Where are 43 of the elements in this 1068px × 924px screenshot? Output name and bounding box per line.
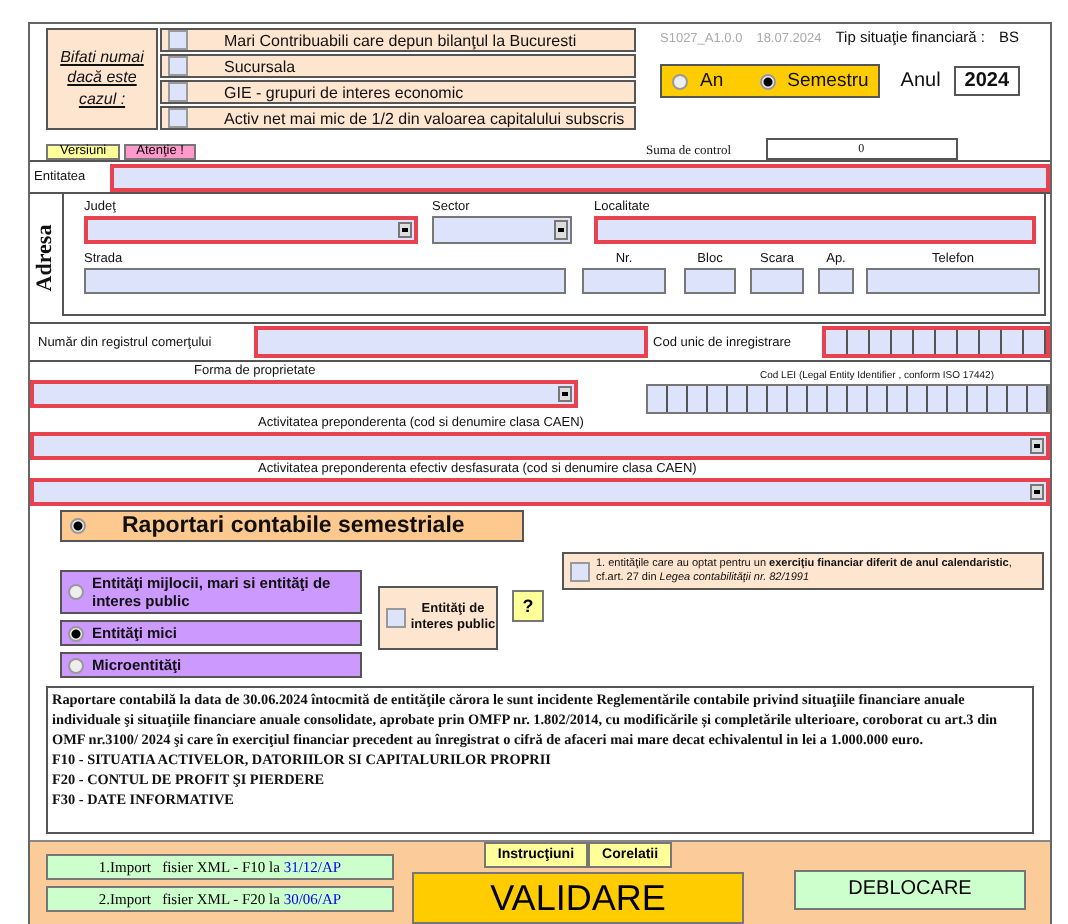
checkbox[interactable] (570, 561, 590, 581)
address-field[interactable] (84, 216, 418, 244)
entity-field[interactable] (110, 163, 1050, 191)
option-label: GIE - grupuri de interes economic (224, 83, 464, 101)
lei-field[interactable] (646, 384, 1050, 414)
radio-button[interactable] (672, 73, 688, 89)
radio-button[interactable] (68, 625, 84, 641)
address-field[interactable] (818, 268, 854, 294)
checkbox[interactable] (168, 82, 188, 102)
cui-field[interactable] (822, 326, 1050, 358)
period-label: Semestru (787, 70, 869, 92)
reporting-label: Raportari contabile semestriale (122, 514, 465, 538)
year-field[interactable]: 2024 (954, 66, 1020, 96)
checkbox[interactable] (386, 608, 406, 628)
address-title: Adresa (34, 224, 58, 292)
radio-button[interactable] (68, 657, 84, 673)
radio-button[interactable] (68, 584, 84, 600)
period-label: An (700, 70, 724, 92)
checkbox[interactable] (168, 108, 188, 128)
address-field[interactable] (582, 268, 666, 294)
option-label: Mari Contribuabili care depun bilanţul la Bucuresti (224, 31, 577, 49)
checkbox[interactable] (168, 30, 188, 50)
unlock-button[interactable]: DEBLOCARE (794, 870, 1026, 910)
registry-field[interactable] (254, 326, 648, 358)
ownership-field[interactable] (30, 380, 578, 408)
activity-field[interactable] (30, 478, 1050, 506)
reporting-option[interactable]: Raportari contabile semestriale (60, 510, 524, 542)
activity-field[interactable] (30, 432, 1050, 460)
address-field[interactable] (432, 216, 572, 244)
radio-button[interactable] (70, 518, 86, 534)
option-label: Activ net mai mic de 1/2 din valoarea capitalului subscris (224, 109, 625, 127)
address-field[interactable] (84, 268, 566, 294)
year-label: Anul (900, 70, 941, 92)
address-field[interactable] (684, 268, 736, 294)
validate-button[interactable]: VALIDARE (412, 872, 744, 924)
address-field[interactable] (750, 268, 804, 294)
hint-label: Bifati numai dacă este cazul : (46, 28, 158, 130)
address-field[interactable] (594, 216, 1036, 244)
checkbox[interactable] (168, 56, 188, 76)
radio-button[interactable] (759, 73, 776, 89)
address-field[interactable] (866, 268, 1040, 294)
help-button[interactable]: ? (512, 590, 544, 622)
option-label: Sucursala (224, 57, 296, 75)
